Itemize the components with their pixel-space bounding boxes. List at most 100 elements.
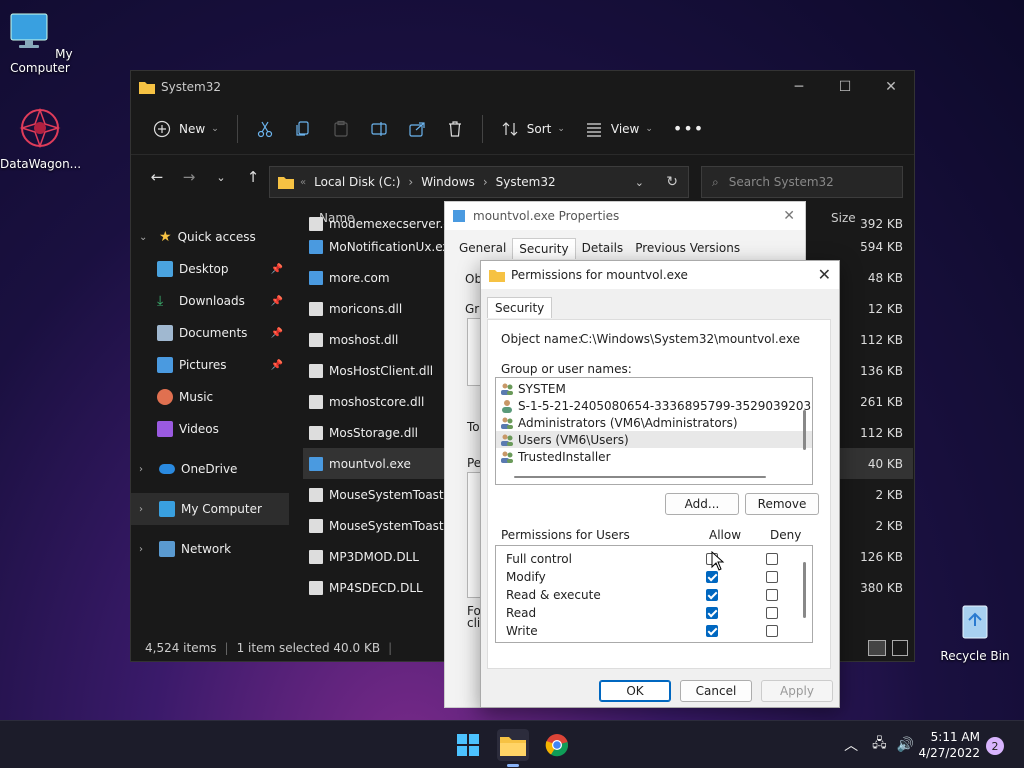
maximize-icon[interactable]: ☐ — [822, 71, 868, 103]
breadcrumb-system32[interactable]: System32 — [496, 175, 556, 189]
permissions-scrollbar[interactable] — [803, 562, 806, 618]
chrome-taskbar-button[interactable] — [541, 729, 573, 761]
tab-general[interactable]: General — [453, 238, 512, 259]
user-list-scrollbar[interactable] — [803, 410, 806, 450]
notification-badge[interactable]: 2 — [986, 737, 1004, 755]
list-item[interactable]: SYSTEM — [496, 380, 812, 397]
desktop-icon-recycle-bin[interactable]: Recycle Bin — [935, 598, 1015, 663]
list-item[interactable]: TrustedInstaller — [496, 448, 812, 465]
tab-details[interactable]: Details — [576, 238, 630, 259]
navigation-pane: ⌄ ★ Quick access Desktop 📌 ⤓ Downloads 📌… — [131, 221, 289, 565]
refresh-icon[interactable]: ↻ — [666, 174, 678, 190]
users-group-icon — [501, 417, 513, 429]
forward-button[interactable]: → — [173, 161, 205, 193]
more-options-button[interactable]: ••• — [663, 113, 714, 145]
permission-name: Read — [506, 606, 537, 620]
chevron-up-icon[interactable]: ︿ — [844, 735, 858, 755]
copy-button[interactable] — [284, 113, 322, 145]
tab-previous-versions[interactable]: Previous Versions — [629, 238, 746, 259]
user-list-hscrollbar[interactable] — [514, 476, 766, 478]
dll-icon — [309, 425, 323, 440]
pin-icon: 📌 — [270, 327, 283, 339]
add-button[interactable]: Add... — [665, 493, 739, 515]
chevron-right-icon: › — [139, 543, 143, 555]
close-icon[interactable]: ✕ — [868, 71, 914, 103]
sidebar-item-documents[interactable]: Documents 📌 — [131, 317, 289, 349]
breadcrumb-windows[interactable]: Windows — [421, 175, 475, 189]
ok-button[interactable]: OK — [599, 680, 671, 702]
paste-button[interactable] — [322, 113, 360, 145]
close-icon[interactable]: ✕ — [783, 208, 795, 224]
new-button[interactable]: New ⌄ — [143, 113, 229, 145]
search-input[interactable]: ⌕ Search System32 — [701, 166, 903, 198]
users-group-icon — [501, 383, 513, 395]
tiles-view-icon[interactable] — [892, 640, 908, 656]
deny-checkbox[interactable] — [766, 571, 778, 583]
clock[interactable]: 5:11 AM 4/27/2022 — [918, 729, 980, 761]
details-view-icon[interactable] — [868, 640, 886, 656]
breadcrumb-local-disk[interactable]: Local Disk (C:) — [314, 175, 400, 189]
permissions-titlebar[interactable]: Permissions for mountvol.exe — [481, 261, 839, 289]
sidebar-item-quick-access[interactable]: ⌄ ★ Quick access — [131, 221, 289, 253]
file-explorer-taskbar-button[interactable] — [497, 729, 529, 761]
cancel-button[interactable]: Cancel — [680, 680, 752, 702]
deny-checkbox[interactable] — [766, 589, 778, 601]
address-bar[interactable]: « Local Disk (C:) › Windows › System32 ⌄… — [269, 166, 689, 198]
permission-name: Modify — [506, 570, 546, 584]
cloud-icon — [159, 464, 175, 474]
allow-checkbox[interactable] — [706, 571, 718, 583]
remove-button[interactable]: Remove — [745, 493, 819, 515]
deny-checkbox[interactable] — [766, 607, 778, 619]
properties-titlebar[interactable]: mountvol.exe Properties ✕ — [445, 202, 805, 230]
chevron-down-icon[interactable]: ⌄ — [635, 176, 644, 189]
desktop-icon-datawagon[interactable]: DataWagon... — [0, 106, 81, 171]
sidebar-item-videos[interactable]: Videos — [131, 413, 289, 445]
share-button[interactable] — [398, 113, 436, 145]
pin-icon: 📌 — [270, 295, 283, 307]
close-icon[interactable]: ✕ — [818, 265, 831, 284]
allow-checkbox[interactable] — [706, 589, 718, 601]
sidebar-item-onedrive[interactable]: › OneDrive — [131, 453, 289, 485]
sidebar-item-network[interactable]: › Network — [131, 533, 289, 565]
picture-icon — [157, 357, 173, 373]
sidebar-item-music[interactable]: Music — [131, 381, 289, 413]
start-button[interactable] — [452, 729, 484, 761]
arrow-left-icon: ← — [150, 168, 164, 186]
props-fragment: To — [467, 420, 480, 434]
deny-checkbox[interactable] — [766, 553, 778, 565]
search-icon: ⌕ — [712, 174, 719, 189]
list-item[interactable]: Administrators (VM6\Administrators) — [496, 414, 812, 431]
tab-security[interactable]: Security — [487, 297, 553, 318]
view-button[interactable]: View ⌄ — [575, 113, 663, 145]
list-item[interactable]: Users (VM6\Users) — [496, 431, 812, 448]
sidebar-item-downloads[interactable]: ⤓ Downloads 📌 — [131, 285, 289, 317]
chevron-down-icon: ⌄ — [557, 123, 565, 134]
desktop-icon-my-computer[interactable]: My Computer — [0, 10, 80, 75]
dll-icon — [309, 580, 323, 595]
cut-button[interactable] — [246, 113, 284, 145]
recent-locations-button[interactable]: ⌄ — [205, 161, 237, 193]
sort-button[interactable]: Sort ⌄ — [491, 113, 575, 145]
apply-button[interactable]: Apply — [761, 680, 833, 702]
file-icon — [309, 518, 323, 533]
monitor-icon — [159, 501, 175, 517]
volume-icon[interactable]: 🔊 — [897, 737, 914, 753]
tab-security[interactable]: Security — [512, 238, 576, 259]
permissions-for-label: Permissions for Users — [501, 528, 630, 542]
allow-checkbox[interactable] — [706, 607, 718, 619]
desktop-icon — [157, 261, 173, 277]
sidebar-item-desktop[interactable]: Desktop 📌 — [131, 253, 289, 285]
up-button[interactable]: ↑ — [237, 161, 269, 193]
permissions-list: Full control Modify Read & execute Read Writ… — [495, 545, 813, 643]
minimize-icon[interactable]: ─ — [776, 71, 822, 103]
deny-checkbox[interactable] — [766, 625, 778, 637]
back-button[interactable]: ← — [141, 161, 173, 193]
sidebar-item-pictures[interactable]: Pictures 📌 — [131, 349, 289, 381]
allow-checkbox[interactable] — [706, 625, 718, 637]
list-item[interactable]: S-1-5-21-2405080654-3336895799-352903920… — [496, 397, 812, 414]
rename-button[interactable] — [360, 113, 398, 145]
music-icon — [157, 389, 173, 405]
delete-button[interactable] — [436, 113, 474, 145]
network-icon[interactable]: 🖧 — [872, 734, 887, 756]
sidebar-item-my-computer[interactable]: › My Computer — [131, 493, 289, 525]
